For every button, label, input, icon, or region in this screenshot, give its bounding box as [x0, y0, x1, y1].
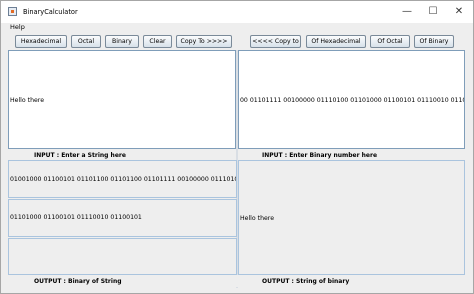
- string-input-label: INPUT : Enter a String here: [34, 152, 126, 159]
- binary-input-area[interactable]: 00 01101111 00100000 01110100 01101000 0…: [238, 50, 465, 149]
- of-octal-button[interactable]: Of Octal: [370, 35, 410, 48]
- binary-input-text: 00 01101111 00100000 01110100 01101000 0…: [240, 97, 464, 104]
- hexadecimal-button[interactable]: Hexadecimal: [15, 35, 67, 48]
- binary-output-label: OUTPUT : Binary of String: [34, 278, 122, 285]
- close-icon: ✕: [454, 5, 464, 17]
- string-input-text: Hello there: [10, 97, 45, 104]
- binary-button[interactable]: Binary: [105, 35, 139, 48]
- binary-output-line2: 01101000 01100101 01110010 01100101: [8, 199, 237, 237]
- close-button[interactable]: ✕: [446, 2, 472, 20]
- binary-output-line1-text: 01001000 01100101 01101100 01101100 0110…: [10, 176, 236, 183]
- string-output-text: Hello there: [240, 215, 275, 222]
- binary-output-line3: [8, 238, 237, 275]
- of-binary-button[interactable]: Of Binary: [414, 35, 454, 48]
- menu-help[interactable]: Help: [10, 23, 25, 31]
- maximize-icon: ☐: [428, 5, 438, 17]
- clear-button[interactable]: Clear: [143, 35, 172, 48]
- copy-to-right-button[interactable]: Copy To >>>>: [176, 35, 232, 48]
- menu-bar: [1, 23, 473, 34]
- window-title: BinaryCalculator: [23, 8, 78, 16]
- of-hexadecimal-button[interactable]: Of Hexadecimal: [306, 35, 366, 48]
- java-app-icon: [8, 7, 17, 16]
- copy-to-left-button[interactable]: <<<< Copy to: [250, 35, 301, 48]
- string-input-area[interactable]: Hello there: [8, 50, 236, 149]
- maximize-button[interactable]: ☐: [420, 2, 446, 20]
- binary-output-line1: 01001000 01100101 01101100 01101100 0110…: [8, 160, 237, 198]
- octal-button[interactable]: Octal: [71, 35, 101, 48]
- binary-output-line2-text: 01101000 01100101 01110010 01100101: [10, 214, 142, 221]
- string-output-area: Hello there: [238, 160, 465, 275]
- minimize-button[interactable]: —: [394, 2, 420, 20]
- string-output-label: OUTPUT : String of binary: [262, 278, 350, 285]
- binary-input-label: INPUT : Enter Binary number here: [262, 152, 378, 159]
- minimize-icon: —: [402, 5, 412, 17]
